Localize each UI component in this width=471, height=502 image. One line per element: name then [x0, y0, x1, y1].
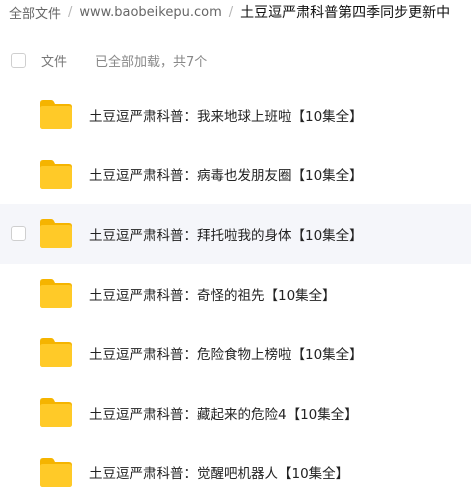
file-name[interactable]: 土豆逗严肃科普：藏起来的危险4【10集全】 — [89, 383, 358, 443]
folder-icon — [39, 159, 73, 190]
file-name[interactable]: 土豆逗严肃科普：我来地球上班啦【10集全】 — [89, 85, 363, 145]
file-name[interactable]: 土豆逗严肃科普：觉醒吧机器人【10集全】 — [89, 443, 349, 502]
breadcrumb-separator: / — [228, 4, 234, 20]
row-checkbox[interactable] — [11, 226, 26, 242]
file-name[interactable]: 土豆逗严肃科普：奇怪的祖先【10集全】 — [89, 264, 336, 324]
file-row[interactable]: 土豆逗严肃科普：藏起来的危险4【10集全】 — [0, 383, 471, 443]
file-list: 土豆逗严肃科普：我来地球上班啦【10集全】 土豆逗严肃科普：病毒也发朋友圈【10… — [0, 85, 471, 502]
file-name[interactable]: 土豆逗严肃科普：危险食物上榜啦【10集全】 — [89, 323, 363, 383]
file-row[interactable]: 土豆逗严肃科普：觉醒吧机器人【10集全】 — [0, 443, 471, 502]
file-list-header: 文件 已全部加载，共7个 — [0, 45, 471, 75]
folder-icon — [39, 278, 73, 309]
select-all-checkbox[interactable] — [11, 52, 26, 68]
load-status: 已全部加载，共7个 — [95, 54, 208, 70]
breadcrumb-current: 土豆逗严肃科普第四季同步更新中 — [240, 5, 451, 21]
file-name[interactable]: 土豆逗严肃科普：病毒也发朋友圈【10集全】 — [89, 145, 363, 205]
folder-icon — [39, 457, 73, 488]
breadcrumb-separator: / — [68, 4, 73, 20]
file-row[interactable]: 土豆逗严肃科普：危险食物上榜啦【10集全】 — [0, 323, 471, 383]
folder-icon — [39, 337, 73, 368]
file-row[interactable]: 土豆逗严肃科普：我来地球上班啦【10集全】 — [0, 85, 471, 145]
folder-icon — [39, 218, 73, 249]
breadcrumb-root[interactable]: 全部文件 — [9, 3, 61, 22]
file-row[interactable]: 土豆逗严肃科普：病毒也发朋友圈【10集全】 — [0, 145, 471, 205]
file-name[interactable]: 土豆逗严肃科普：拜托啦我的身体【10集全】 — [89, 204, 363, 264]
column-header-file[interactable]: 文件 — [41, 51, 67, 70]
file-row[interactable]: 土豆逗严肃科普：拜托啦我的身体【10集全】 — [0, 204, 471, 264]
file-row[interactable]: 土豆逗严肃科普：奇怪的祖先【10集全】 — [0, 264, 471, 324]
folder-icon — [39, 99, 73, 130]
folder-icon — [39, 397, 73, 428]
breadcrumb-level1[interactable]: www.baobeikepu.com — [79, 5, 221, 20]
breadcrumb: 全部文件 / www.baobeikepu.com / 土豆逗严肃科普第四季同步… — [9, 0, 450, 24]
